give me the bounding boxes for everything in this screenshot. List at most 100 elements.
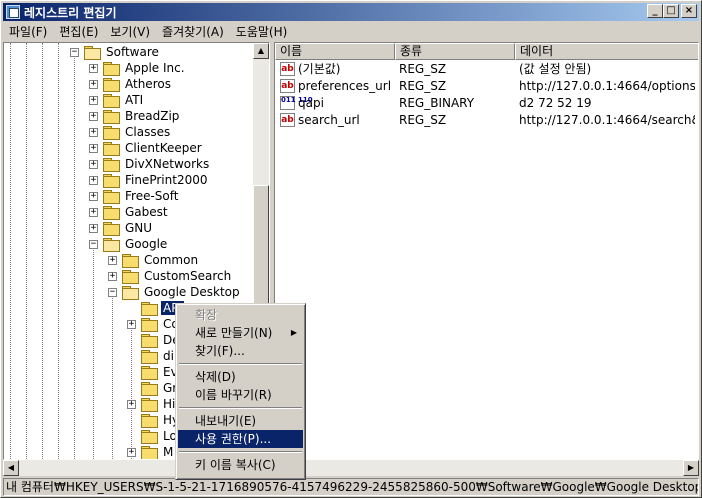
tree-item-label: Classes: [125, 125, 171, 139]
expand-icon[interactable]: +: [108, 271, 117, 281]
folder-icon: [103, 126, 120, 140]
tree-item[interactable]: + FinePrint2000: [89, 172, 210, 188]
collapse-icon[interactable]: −: [70, 47, 79, 57]
context-menu-item[interactable]: 새로 만들기(N) ▶: [178, 324, 303, 342]
expand-icon[interactable]: +: [127, 447, 136, 457]
context-menu-item[interactable]: 이름 바꾸기(R): [178, 386, 303, 404]
tree-item-label: M: [163, 445, 174, 459]
expand-icon[interactable]: +: [89, 143, 98, 153]
string-value-icon: ab: [280, 78, 295, 93]
tree-item[interactable]: Lo: [127, 428, 179, 444]
tree-item[interactable]: + Gabest: [89, 204, 170, 220]
status-bar: 내 컴퓨터₩HKEY_USERS₩S-1-5-21-1716890576-415…: [3, 478, 699, 496]
folder-icon: [103, 142, 120, 156]
close-button[interactable]: ×: [681, 4, 697, 18]
tree-item[interactable]: + Free-Soft: [89, 188, 180, 204]
scroll-left-button[interactable]: ◀: [3, 460, 19, 476]
value-row[interactable]: ab (기본값) REG_SZ (값 설정 안됨): [275, 60, 695, 77]
tree-item[interactable]: + Apple Inc.: [89, 60, 187, 76]
context-menu-item[interactable]: 키 이름 복사(C): [178, 456, 303, 474]
tree-guide-line: [58, 43, 59, 459]
expand-icon[interactable]: +: [89, 223, 98, 233]
scroll-thumb[interactable]: [253, 185, 269, 321]
expand-icon[interactable]: +: [89, 175, 98, 185]
value-row[interactable]: 011 110 qapi REG_BINARY d2 72 52 19: [275, 94, 695, 111]
menu-favorites[interactable]: 즐겨찾기(A): [156, 23, 230, 40]
folder-icon: [122, 270, 139, 284]
title-bar[interactable]: 레지스트리 편집기 _ □ ×: [3, 3, 699, 21]
scroll-right-button[interactable]: ▶: [683, 460, 699, 476]
tree-item[interactable]: + M: [127, 444, 175, 459]
menu-view[interactable]: 보기(V): [104, 23, 156, 40]
tree-item[interactable]: di: [127, 348, 176, 364]
tree-item[interactable]: + DivXNetworks: [89, 156, 211, 172]
context-menu-item[interactable]: 찾기(F)...: [178, 342, 303, 360]
expand-icon[interactable]: +: [89, 111, 98, 121]
tree-item[interactable]: + CustomSearch: [108, 268, 233, 284]
minimize-button[interactable]: _: [647, 4, 663, 18]
collapse-icon[interactable]: −: [108, 287, 117, 297]
tree-guide-line: [42, 43, 43, 459]
collapse-icon[interactable]: −: [89, 239, 98, 249]
menu-edit[interactable]: 편집(E): [53, 23, 104, 40]
tree-item[interactable]: − Google: [89, 236, 169, 252]
tree-item[interactable]: + Atheros: [89, 76, 173, 92]
value-name: qapi: [298, 95, 324, 110]
tree-item[interactable]: + Common: [108, 252, 200, 268]
tree-item[interactable]: Ev: [127, 364, 180, 380]
expand-icon[interactable]: +: [89, 95, 98, 105]
expand-icon[interactable]: +: [127, 319, 136, 329]
expand-icon[interactable]: +: [89, 79, 98, 89]
context-menu-item[interactable]: 삭제(D): [178, 368, 303, 386]
tree-guide-line: [74, 51, 75, 459]
tree-item[interactable]: Gr: [127, 380, 179, 396]
tree-item[interactable]: Hy: [127, 412, 181, 428]
scroll-up-button[interactable]: ▲: [253, 43, 269, 59]
tree-item[interactable]: + Classes: [89, 124, 172, 140]
context-menu-item[interactable]: 사용 권한(P)...: [178, 430, 303, 448]
expand-icon[interactable]: +: [89, 159, 98, 169]
values-list-pane[interactable]: 이름 종류 데이터 ab (기본값) REG_SZ (값 설정 안됨) ab prefer…: [274, 42, 699, 460]
menu-file[interactable]: 파일(F): [3, 23, 53, 40]
tree-item-label: FinePrint2000: [125, 173, 208, 187]
menu-separator: [179, 363, 302, 365]
value-row[interactable]: ab search_url REG_SZ http://127.0.0.1:4664/…: [275, 111, 695, 128]
tree-item-label: DivXNetworks: [125, 157, 210, 171]
tree-item[interactable]: De: [127, 332, 182, 348]
value-row[interactable]: ab preferences_url REG_SZ http://127.0.0.1:…: [275, 77, 695, 94]
context-menu-item[interactable]: 내보내기(E): [178, 412, 303, 430]
expand-icon[interactable]: +: [108, 255, 117, 265]
column-name-header[interactable]: 이름: [275, 43, 395, 60]
menu-help[interactable]: 도움말(H): [230, 23, 294, 40]
tree-item-label: GNU: [125, 221, 153, 235]
folder-icon: [103, 78, 120, 92]
folder-icon: [141, 398, 158, 412]
expand-icon[interactable]: +: [127, 399, 136, 409]
expand-icon[interactable]: +: [89, 207, 98, 217]
tree-item[interactable]: − Software: [70, 44, 161, 60]
tree-item[interactable]: + GNU: [89, 220, 154, 236]
horizontal-scrollbar[interactable]: ◀ ▶: [3, 460, 699, 476]
tree-item[interactable]: + Hi: [127, 396, 177, 412]
column-data-header[interactable]: 데이터: [515, 43, 698, 60]
tree-item[interactable]: + Co: [127, 316, 181, 332]
value-type: REG_SZ: [399, 112, 447, 127]
tree-item[interactable]: + ClientKeeper: [89, 140, 204, 156]
column-type-header[interactable]: 종류: [395, 43, 515, 60]
menu-separator: [179, 451, 302, 453]
folder-icon: [103, 238, 120, 252]
context-menu: 확장 새로 만들기(N) ▶ 찾기(F)... 삭제(D) 이름 바꾸기(R) 내보내기(E…: [175, 303, 306, 480]
tree-item-label: Gabest: [125, 205, 168, 219]
folder-icon: [103, 190, 120, 204]
maximize-button[interactable]: □: [663, 4, 679, 18]
expand-icon[interactable]: +: [89, 191, 98, 201]
tree-item[interactable]: + ATI: [89, 92, 145, 108]
tree-item[interactable]: − Google Desktop: [108, 284, 242, 300]
folder-icon: [103, 62, 120, 76]
tree-item-label: BreadZip: [125, 109, 180, 123]
expand-icon[interactable]: +: [89, 63, 98, 73]
value-name: preferences_url: [298, 78, 392, 93]
tree-item[interactable]: + BreadZip: [89, 108, 181, 124]
expand-icon[interactable]: +: [89, 127, 98, 137]
value-data: d2 72 52 19: [519, 95, 592, 110]
